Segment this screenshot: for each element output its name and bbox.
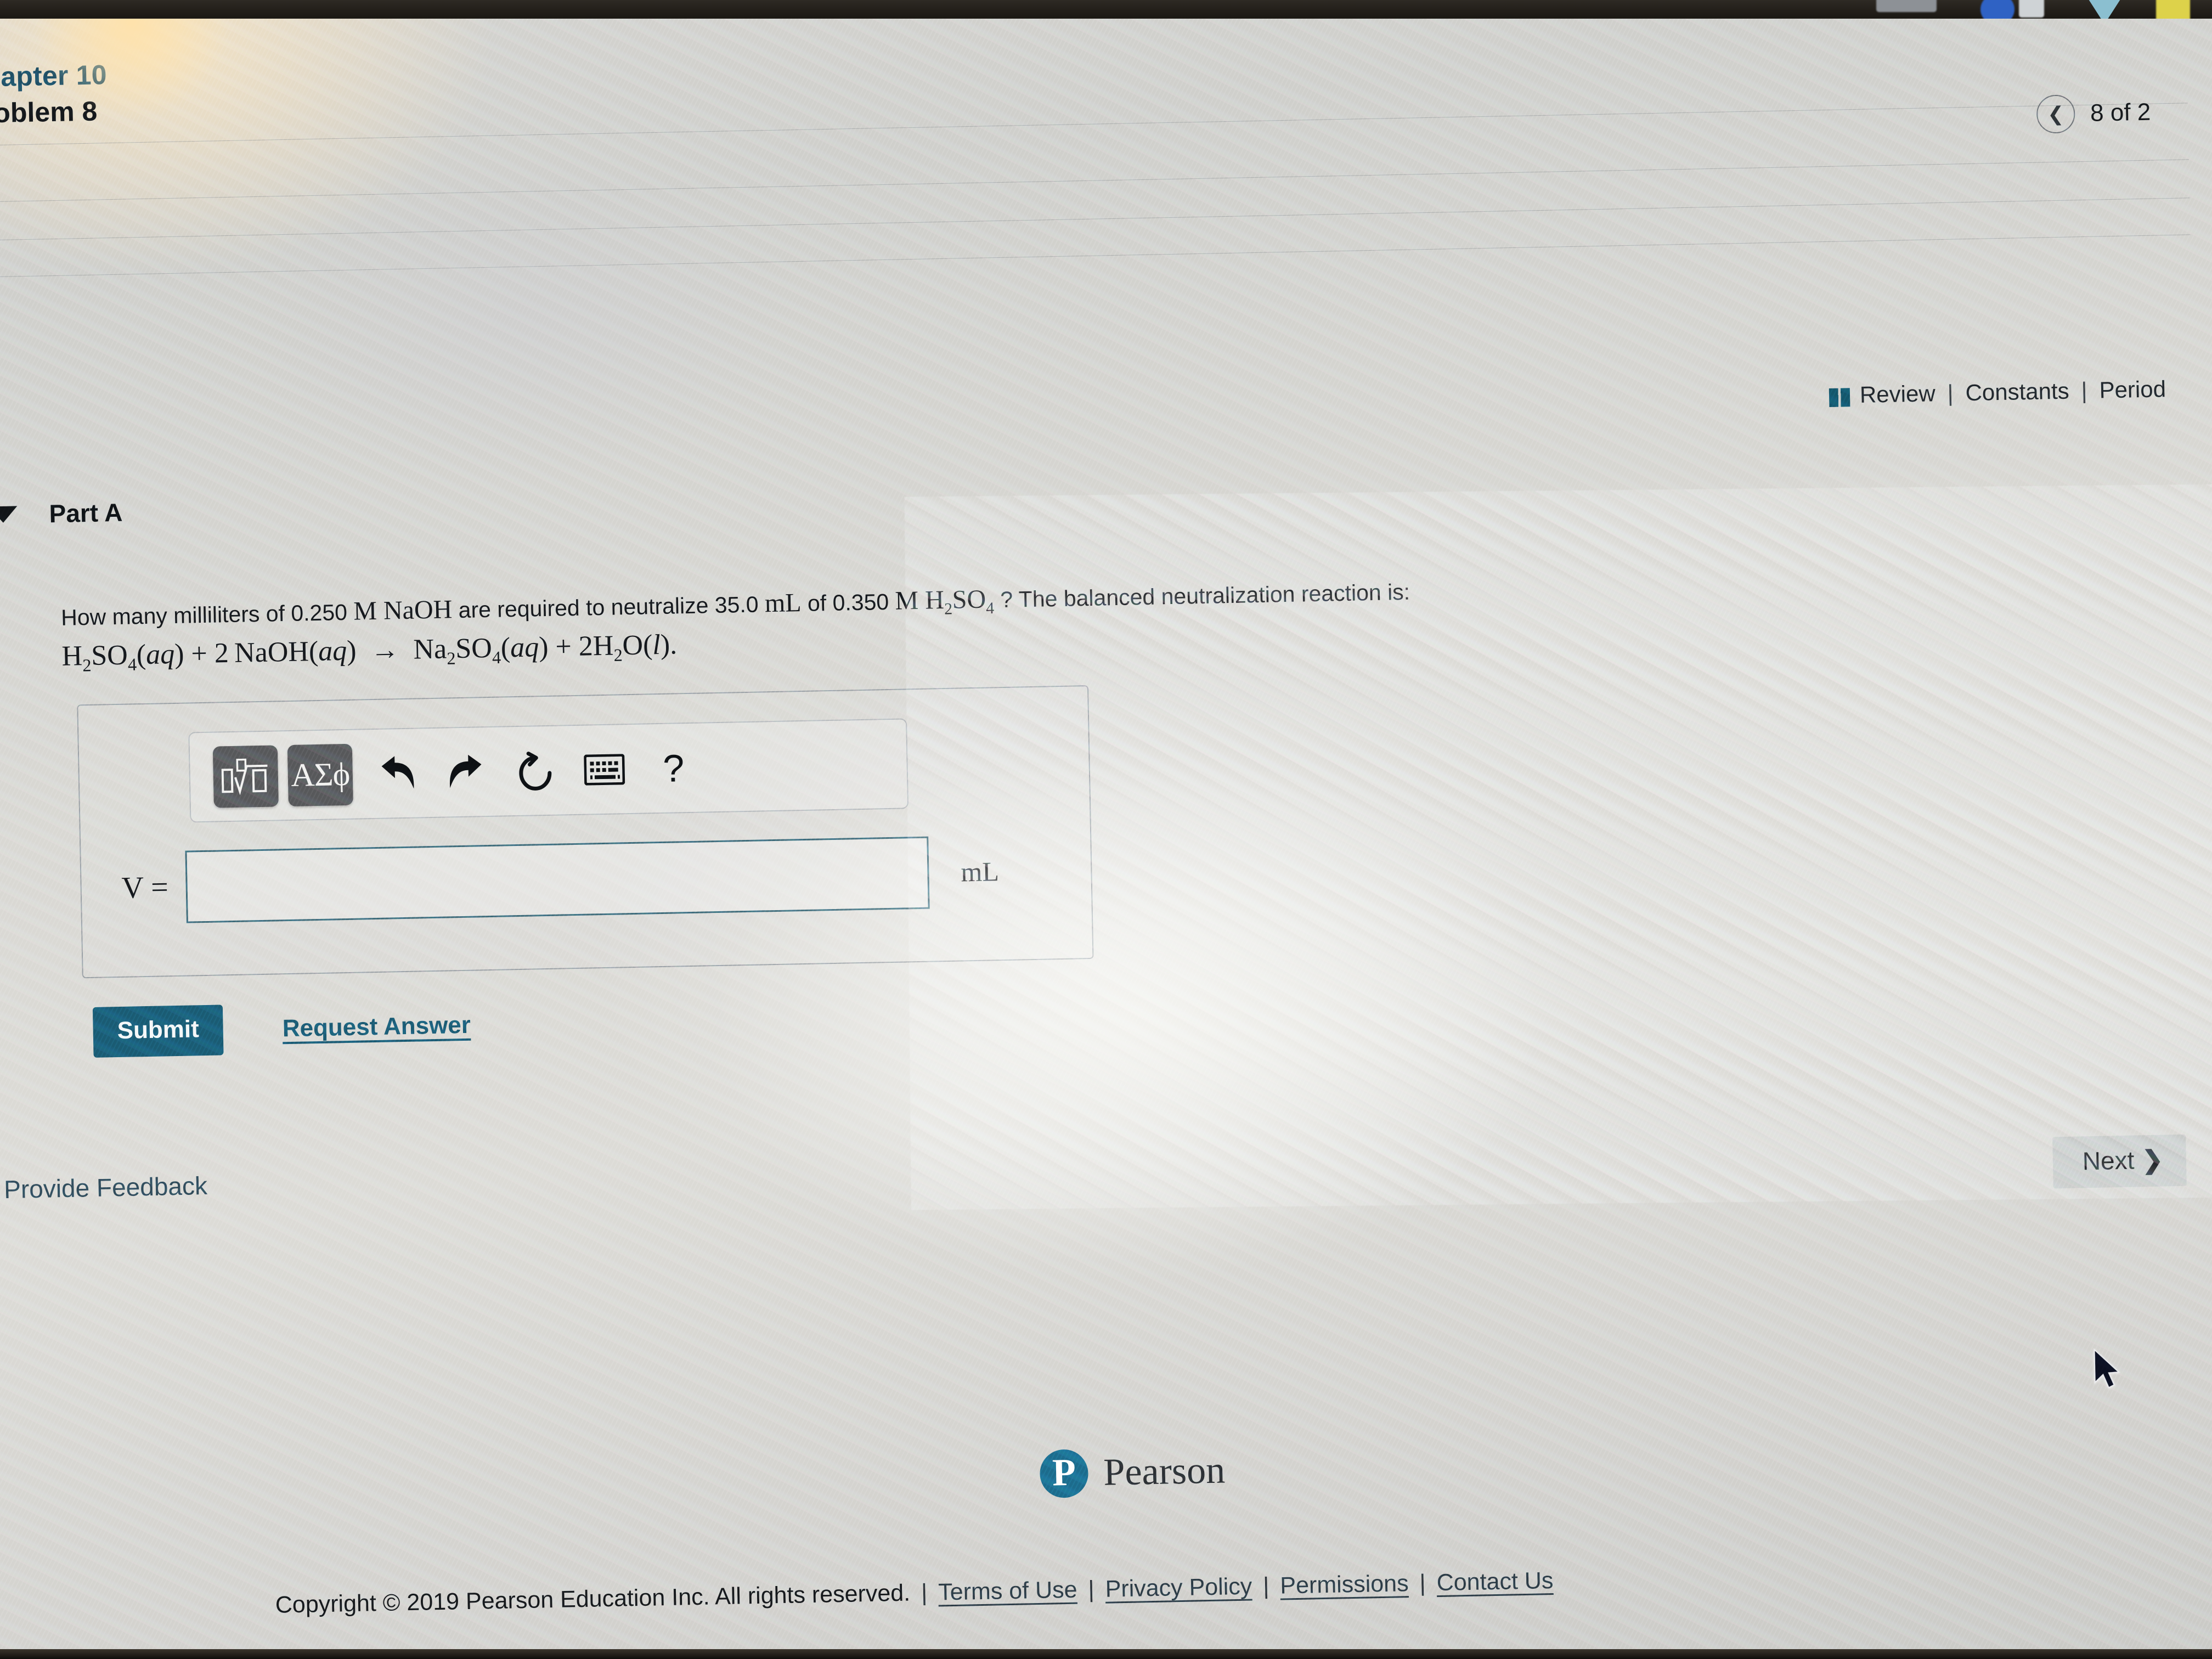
pearson-logo: P Pearson — [1039, 1446, 1226, 1498]
page-title-problem: Problem 8 — [0, 95, 98, 129]
formula-sub-4: 4 — [986, 599, 995, 618]
part-a-header[interactable]: Part A — [0, 498, 123, 530]
footer-separator-2: | — [1088, 1576, 1095, 1603]
footer-separator-1: | — [921, 1579, 928, 1606]
review-link[interactable]: Review — [1859, 380, 1936, 408]
footer-separator-4: | — [1419, 1570, 1426, 1596]
undo-icon[interactable] — [362, 742, 432, 805]
balanced-equation: H2SO4(aq) + 2 NaOH(aq) → Na2SO4(aq) + 2H… — [61, 629, 678, 675]
formula-h: M H — [894, 585, 945, 616]
terms-of-use-link[interactable]: Terms of Use — [938, 1577, 1077, 1606]
divider-1 — [0, 103, 2188, 146]
photographed-screen-surface: Chapter 10 Problem 8 ❮ 8 of 2 Review | C… — [0, 0, 2212, 1659]
resource-links: Review | Constants | Period — [1829, 376, 2166, 409]
page-title-chapter: Chapter 10 — [0, 59, 108, 93]
question-text: How many milliliters of 0.250 M NaOH are… — [61, 565, 2080, 634]
triangle-down-icon[interactable] — [0, 506, 18, 523]
resource-separator-2: | — [2081, 377, 2087, 404]
problem-counter: 8 of 2 — [2090, 98, 2151, 127]
next-button-label: Next — [2082, 1146, 2135, 1176]
submit-button[interactable]: Submit — [92, 1005, 224, 1058]
privacy-policy-link[interactable]: Privacy Policy — [1105, 1573, 1252, 1603]
divider-2 — [0, 159, 2189, 203]
answer-panel: ΑΣϕ ? V = mL — [77, 685, 1094, 979]
answer-input[interactable] — [185, 836, 930, 923]
redo-icon[interactable] — [431, 741, 501, 803]
periodic-table-link[interactable]: Period — [2099, 376, 2166, 403]
reset-icon[interactable] — [500, 740, 571, 802]
math-toolbar: ΑΣϕ ? — [188, 718, 909, 823]
greek-letters-button[interactable]: ΑΣϕ — [287, 743, 353, 806]
problem-pager: ❮ 8 of 2 — [2036, 93, 2151, 134]
answer-unit: mL — [960, 856, 1000, 888]
resource-separator-1: | — [1947, 380, 1954, 406]
constants-link[interactable]: Constants — [1965, 378, 2069, 407]
variable-label: V = — [121, 870, 169, 905]
question-math-2: mL — [764, 588, 802, 618]
dock-icon-1 — [1876, 0, 1937, 12]
browser-page: Chapter 10 Problem 8 ❮ 8 of 2 Review | C… — [0, 0, 2191, 1659]
question-segment-1: How many milliliters of 0.250 — [60, 599, 354, 630]
answer-row: V = mL — [81, 833, 1091, 925]
dock-icon-5 — [2156, 0, 2190, 19]
formula-so: SO — [952, 584, 986, 614]
copyright-text: Copyright © 2019 Pearson Education Inc. … — [275, 1579, 911, 1618]
question-segment-4: ? The balanced neutralization reaction i… — [994, 579, 1410, 613]
chevron-right-icon: ❯ — [2141, 1145, 2164, 1175]
next-button[interactable]: Next ❯ — [2052, 1134, 2187, 1189]
provide-feedback-link[interactable]: Provide Feedback — [4, 1171, 208, 1204]
part-a-label: Part A — [49, 498, 123, 528]
chevron-left-icon[interactable]: ❮ — [2036, 94, 2075, 134]
pearson-mark-icon: P — [1039, 1449, 1089, 1498]
screenshot-root: Chapter 10 Problem 8 ❮ 8 of 2 Review | C… — [0, 0, 2212, 1659]
question-segment-3: of 0.350 — [801, 589, 895, 617]
desktop-taskbar-strip — [0, 0, 2212, 19]
dock-icon-3 — [2019, 0, 2044, 18]
keyboard-icon[interactable] — [569, 738, 640, 800]
question-math-3: M H2SO4 — [894, 584, 995, 618]
dock-icon-4 — [2085, 0, 2124, 19]
contact-us-link[interactable]: Contact Us — [1436, 1567, 1554, 1596]
question-segment-2: are required to neutralize 35.0 — [452, 591, 765, 623]
book-icon — [1829, 388, 1850, 407]
help-icon[interactable]: ? — [639, 737, 709, 799]
question-math-1: M NaOH — [353, 595, 453, 626]
footer-separator-3: | — [1262, 1572, 1269, 1600]
template-math-icon[interactable] — [212, 744, 279, 808]
divider-4 — [0, 234, 2191, 278]
request-answer-link[interactable]: Request Answer — [282, 1012, 471, 1043]
formula-sub-2: 2 — [944, 600, 953, 618]
pearson-wordmark: Pearson — [1103, 1449, 1226, 1494]
dock-icon-2 — [1980, 0, 2015, 19]
action-buttons: Submit Request Answer — [92, 1000, 471, 1058]
permissions-link[interactable]: Permissions — [1280, 1570, 1409, 1599]
footer: Copyright © 2019 Pearson Education Inc. … — [275, 1567, 1553, 1619]
divider-3 — [0, 198, 2190, 241]
